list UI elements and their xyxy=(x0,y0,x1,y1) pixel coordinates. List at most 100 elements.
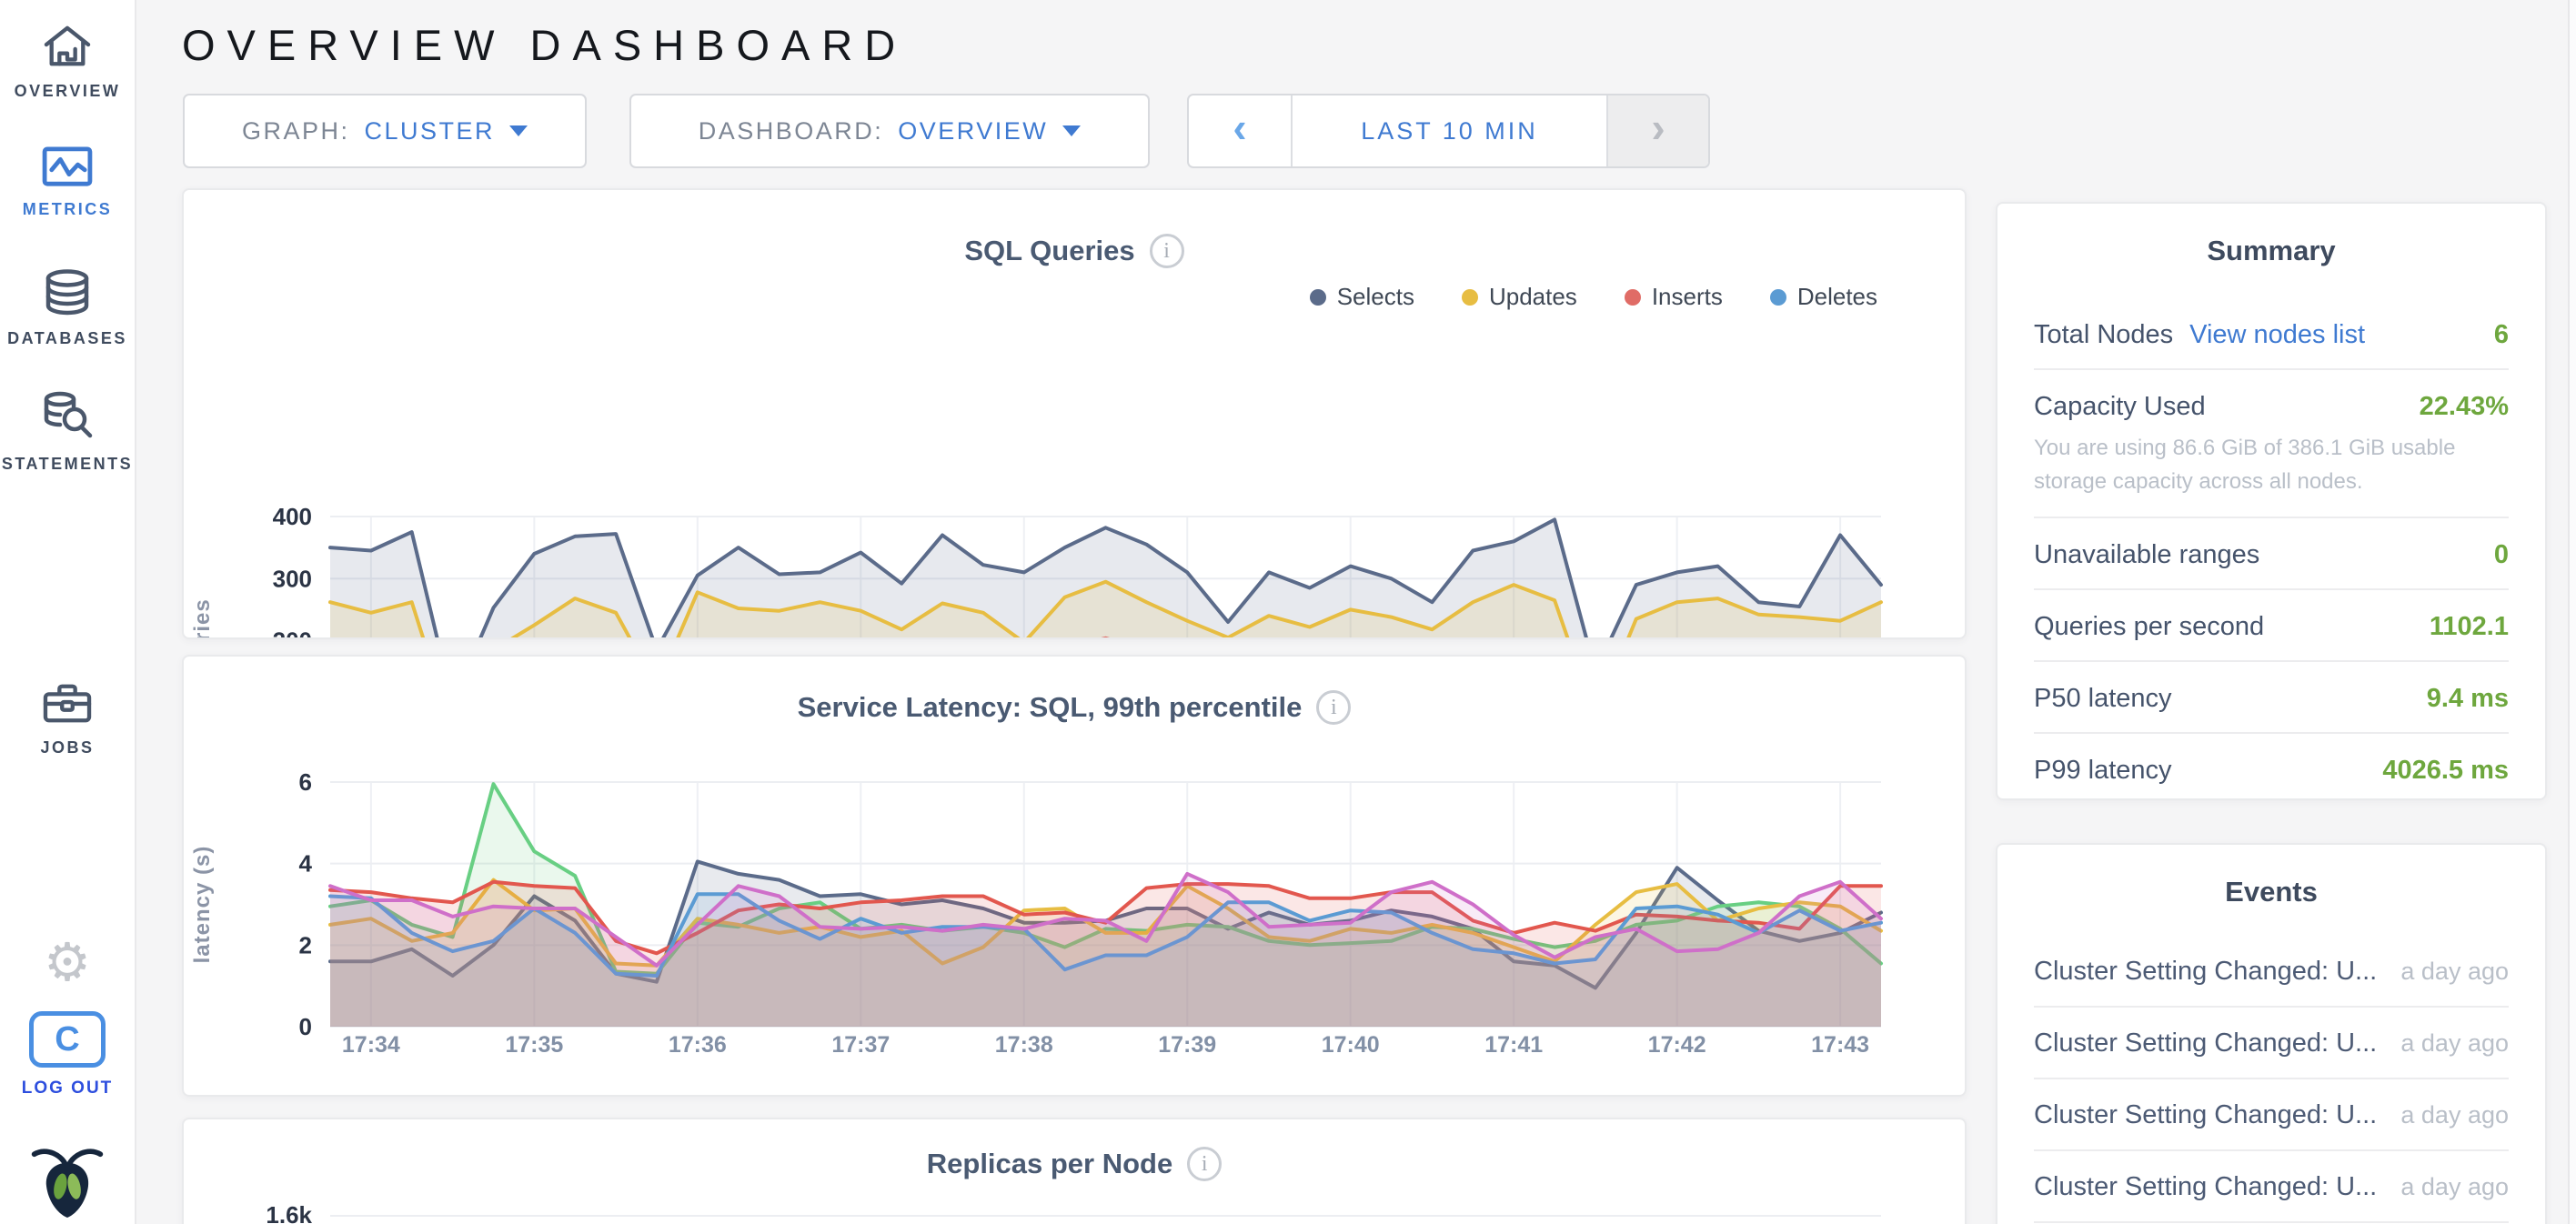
replicas-per-node-card: Replicas per Node i 1.6k xyxy=(182,1118,1967,1224)
summary-title: Summary xyxy=(2034,235,2509,267)
summary-row-capacity: Capacity Used 22.43% You are using 86.6 … xyxy=(2034,370,2509,518)
time-next-button[interactable]: › xyxy=(1606,95,1708,166)
info-icon[interactable]: i xyxy=(1187,1147,1222,1181)
gear-icon: ⚙ xyxy=(44,933,91,992)
chart-header: Replicas per Node i xyxy=(184,1147,1965,1181)
event-row: Cluster Setting Changed: U... a day ago xyxy=(2034,1151,2509,1223)
chart-legend: Selects Updates Inserts Deletes xyxy=(1310,283,1877,311)
summary-row-p50: P50 latency 9.4 ms xyxy=(2034,662,2509,734)
chart-header: Service Latency: SQL, 99th percentile i xyxy=(184,690,1965,725)
chart-title: Replicas per Node xyxy=(927,1148,1172,1180)
time-prev-button[interactable]: ‹ xyxy=(1189,95,1293,166)
sidebar-item-label: OVERVIEW xyxy=(0,82,135,101)
database-icon xyxy=(42,269,93,316)
chevron-down-icon xyxy=(1062,125,1081,136)
service-latency-chart[interactable]: 17:34 17:35 17:36 17:37 17:38 17:39 17:40 17:41… xyxy=(184,766,1930,1084)
sidebar-item-label: DATABASES xyxy=(0,329,135,348)
metrics-icon xyxy=(41,145,94,187)
replicas-per-node-chart[interactable]: 1.6k xyxy=(184,1192,1930,1224)
summary-row-qps: Queries per second 1102.1 xyxy=(2034,590,2509,662)
svg-text:300: 300 xyxy=(273,565,312,592)
total-nodes-value: 6 xyxy=(2494,320,2509,350)
legend-item-updates[interactable]: Updates xyxy=(1462,283,1577,311)
svg-text:17:37: 17:37 xyxy=(831,1032,890,1058)
summary-panel: Summary Total Nodes View nodes list 6 Ca… xyxy=(1996,202,2547,800)
svg-text:17:40: 17:40 xyxy=(1322,1032,1380,1058)
summary-row-total-nodes: Total Nodes View nodes list 6 xyxy=(2034,298,2509,370)
svg-text:latency (s): latency (s) xyxy=(190,846,215,964)
statements-icon xyxy=(40,391,95,442)
sql-queries-card: SQL Queries i Selects Updates Inserts De… xyxy=(182,188,1967,639)
chart-title: SQL Queries xyxy=(964,235,1134,267)
summary-list: Total Nodes View nodes list 6 Capacity U… xyxy=(2034,298,2509,800)
cockroach-bug-icon xyxy=(27,1137,107,1220)
events-title: Events xyxy=(2034,876,2509,908)
svg-text:17:34: 17:34 xyxy=(342,1032,400,1058)
page-title: OVERVIEW DASHBOARD xyxy=(182,20,1967,70)
dashboard-dropdown-label: DASHBOARD: xyxy=(699,117,884,145)
svg-text:17:36: 17:36 xyxy=(669,1032,727,1058)
logout-icon: C xyxy=(29,1011,106,1068)
summary-row-p99: P99 latency 4026.5 ms xyxy=(2034,734,2509,800)
graph-dropdown-label: GRAPH: xyxy=(242,117,350,145)
summary-row-unavailable-ranges: Unavailable ranges 0 xyxy=(2034,518,2509,590)
svg-text:17:41: 17:41 xyxy=(1484,1032,1543,1058)
sidebar-item-label: STATEMENTS xyxy=(0,455,135,474)
logout-label: LOG OUT xyxy=(0,1079,135,1099)
chart-title: Service Latency: SQL, 99th percentile xyxy=(798,691,1303,724)
svg-text:6: 6 xyxy=(299,768,312,796)
unavailable-ranges-value: 0 xyxy=(2494,540,2509,570)
svg-text:17:39: 17:39 xyxy=(1158,1032,1216,1058)
events-panel: Events Cluster Setting Changed: U... a d… xyxy=(1996,843,2547,1224)
settings-button[interactable]: ⚙ xyxy=(0,937,135,989)
svg-text:17:38: 17:38 xyxy=(995,1032,1053,1058)
sidebar-item-jobs[interactable]: JOBS xyxy=(0,680,135,757)
logout-button[interactable]: C LOG OUT xyxy=(0,1011,135,1099)
sidebar-item-databases[interactable]: DATABASES xyxy=(0,269,135,348)
cockroach-logo[interactable] xyxy=(0,1137,135,1220)
svg-text:queries: queries xyxy=(190,598,215,639)
capacity-subtext: You are using 86.6 GiB of 386.1 GiB usab… xyxy=(2034,431,2509,498)
svg-text:17:42: 17:42 xyxy=(1648,1032,1706,1058)
legend-item-deletes[interactable]: Deletes xyxy=(1770,283,1877,311)
svg-text:4: 4 xyxy=(299,850,313,878)
service-latency-card: Service Latency: SQL, 99th percentile i … xyxy=(182,655,1967,1097)
p99-latency-value: 4026.5 ms xyxy=(2382,756,2509,786)
svg-text:200: 200 xyxy=(273,627,312,640)
time-range-picker: ‹ LAST 10 MIN › xyxy=(1187,94,1710,168)
controls-bar: GRAPH: CLUSTER DASHBOARD: OVERVIEW ‹ LAS… xyxy=(182,94,1967,168)
legend-dot xyxy=(1625,289,1641,306)
chevron-down-icon xyxy=(509,125,528,136)
event-row: Cluster Setting Changed: U... a day ago xyxy=(2034,936,2509,1008)
svg-text:2: 2 xyxy=(299,931,312,958)
svg-text:17:35: 17:35 xyxy=(505,1032,563,1058)
time-range-value[interactable]: LAST 10 MIN xyxy=(1293,95,1606,166)
event-row: Cluster Setting Changed: U... a day ago xyxy=(2034,1079,2509,1151)
qps-value: 1102.1 xyxy=(2430,612,2509,642)
legend-dot xyxy=(1770,289,1786,306)
sidebar: OVERVIEW METRICS DATABASES STATEMENTS xyxy=(0,0,136,1224)
legend-dot xyxy=(1310,289,1326,306)
sidebar-item-statements[interactable]: STATEMENTS xyxy=(0,391,135,474)
legend-item-selects[interactable]: Selects xyxy=(1310,283,1414,311)
main-content: OVERVIEW DASHBOARD GRAPH: CLUSTER DASHBO… xyxy=(182,0,1967,1224)
svg-text:17:43: 17:43 xyxy=(1811,1032,1869,1058)
sidebar-item-label: JOBS xyxy=(0,738,135,757)
p50-latency-value: 9.4 ms xyxy=(2427,684,2509,714)
info-icon[interactable]: i xyxy=(1316,690,1351,725)
legend-item-inserts[interactable]: Inserts xyxy=(1625,283,1723,311)
dashboard-dropdown-value: OVERVIEW xyxy=(898,117,1048,145)
sidebar-item-metrics[interactable]: METRICS xyxy=(0,145,135,219)
info-icon[interactable]: i xyxy=(1150,234,1184,268)
legend-dot xyxy=(1462,289,1478,306)
scrollbar[interactable] xyxy=(2568,0,2576,1224)
capacity-used-value: 22.43% xyxy=(2420,392,2509,422)
sql-queries-chart[interactable]: 17:3417:3517:3617:3717:3817:3917:4017:41… xyxy=(184,499,1930,639)
event-row: Cluster Setting Changed: U... a day ago xyxy=(2034,1008,2509,1079)
sidebar-item-overview[interactable]: OVERVIEW xyxy=(0,24,135,101)
view-nodes-link[interactable]: View nodes list xyxy=(2189,320,2365,350)
graph-dropdown-value: CLUSTER xyxy=(365,117,496,145)
svg-text:1.6k: 1.6k xyxy=(266,1201,312,1224)
graph-dropdown[interactable]: GRAPH: CLUSTER xyxy=(183,94,587,168)
dashboard-dropdown[interactable]: DASHBOARD: OVERVIEW xyxy=(629,94,1150,168)
